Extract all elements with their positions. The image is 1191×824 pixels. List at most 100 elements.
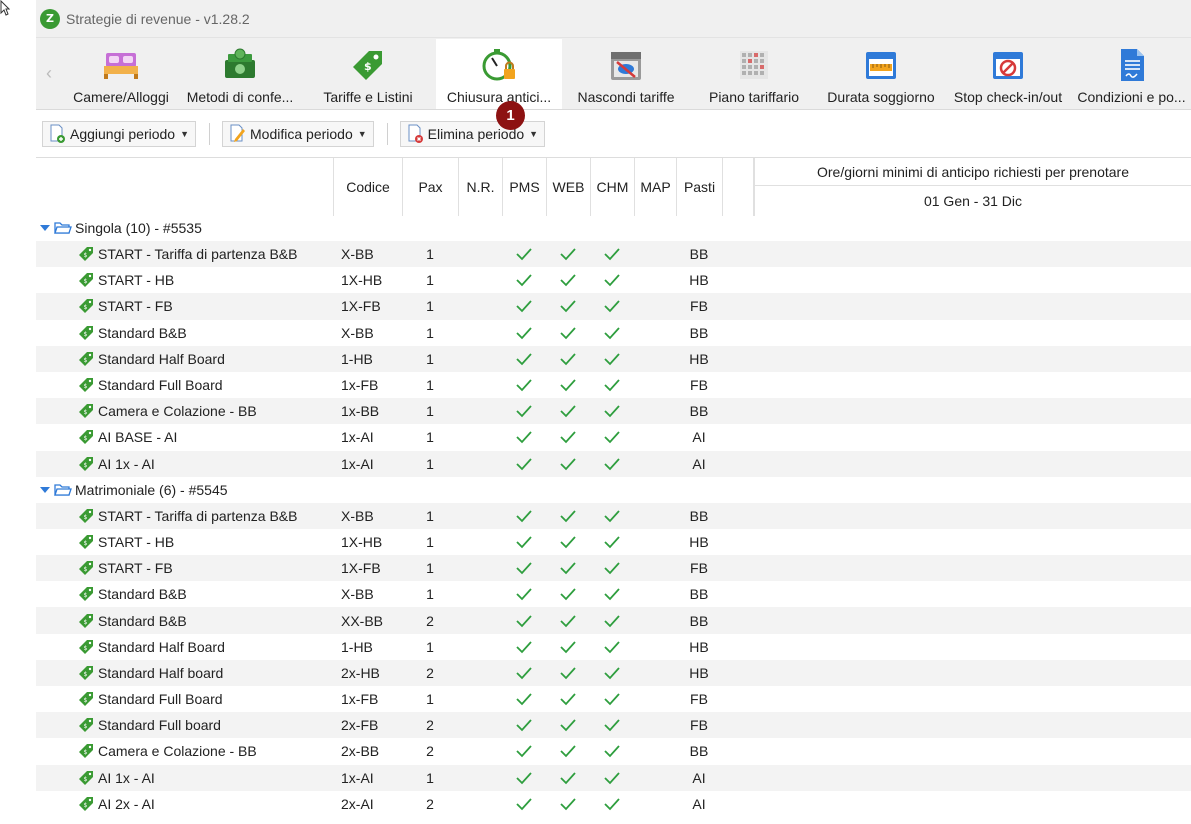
check-icon bbox=[560, 588, 576, 601]
chm-cell bbox=[590, 738, 634, 764]
expand-triangle-icon[interactable] bbox=[40, 225, 50, 231]
column-header-codice[interactable]: Codice bbox=[333, 158, 402, 216]
code-cell: 1-HB bbox=[341, 638, 373, 655]
ribbon-scroll-left-icon[interactable]: ‹ bbox=[36, 37, 62, 109]
code-cell: 1-HB bbox=[341, 350, 373, 367]
check-icon bbox=[560, 405, 576, 418]
table-row[interactable]: $ START - Tariffa di partenza B&B X-BB 1 BB bbox=[36, 241, 1191, 268]
tab-metodi-conferma[interactable]: Metodi di confe... bbox=[180, 39, 300, 109]
table-row[interactable]: $ Standard B&B XX-BB 2 BB bbox=[36, 607, 1191, 634]
check-icon bbox=[560, 248, 576, 261]
add-period-button[interactable]: Aggiungi periodo ▼ bbox=[42, 120, 197, 147]
check-icon bbox=[560, 745, 576, 758]
pax-cell: 1 bbox=[426, 298, 434, 315]
table-row[interactable]: $ START - HB 1X-HB 1 HB bbox=[36, 529, 1191, 555]
check-icon bbox=[604, 510, 620, 523]
pms-cell bbox=[502, 581, 546, 607]
svg-text:$: $ bbox=[84, 566, 88, 573]
check-icon bbox=[560, 719, 576, 732]
table-row[interactable]: $ AI BASE - AI 1x-AI 1 AI bbox=[36, 424, 1191, 450]
web-cell bbox=[546, 660, 590, 686]
delete-period-button[interactable]: Elimina periodo ▼ bbox=[399, 120, 546, 147]
check-icon bbox=[560, 327, 576, 339]
chm-cell bbox=[590, 267, 634, 293]
price-tag-icon: $ bbox=[79, 378, 93, 393]
tab-durata-soggiorno[interactable]: Durata soggiorno bbox=[818, 39, 944, 109]
chm-cell bbox=[590, 555, 634, 581]
column-header-pms[interactable]: PMS bbox=[502, 158, 546, 216]
edit-period-button[interactable]: Modifica periodo ▼ bbox=[222, 120, 374, 147]
table-row[interactable]: $ AI 1x - AI 1x-AI 1 AI bbox=[36, 450, 1191, 477]
map-cell bbox=[634, 660, 676, 686]
svg-text:$: $ bbox=[84, 540, 88, 547]
add-doc-icon bbox=[50, 124, 65, 143]
document-icon bbox=[1112, 45, 1152, 85]
tab-chiusura-anticipata[interactable]: Chiusura antici... bbox=[436, 39, 562, 109]
map-cell bbox=[634, 791, 676, 817]
calendar-hide-icon bbox=[606, 45, 646, 85]
pms-cell bbox=[502, 529, 546, 555]
pasti-cell: HB bbox=[689, 350, 709, 367]
table-row[interactable]: $ Camera e Colazione - BB 1x-BB 1 BB bbox=[36, 398, 1191, 425]
group-row[interactable]: Singola (10) - #5535 bbox=[36, 215, 1191, 241]
table-row[interactable]: $ AI 1x - AI 1x-AI 1 AI bbox=[36, 764, 1191, 791]
price-tag-icon: $ bbox=[79, 665, 93, 680]
table-row[interactable]: $ START - HB 1X-HB 1 HB bbox=[36, 267, 1191, 293]
nr-cell bbox=[458, 634, 502, 660]
table-row[interactable]: $ Standard Half board 2x-HB 2 HB bbox=[36, 659, 1191, 686]
chm-cell bbox=[590, 241, 634, 267]
table-row[interactable]: $ START - Tariffa di partenza B&B X-BB 1 BB bbox=[36, 502, 1191, 529]
column-header-nr[interactable]: N.R. bbox=[458, 158, 502, 216]
rate-name-cell: $ START - Tariffa di partenza B&B bbox=[78, 503, 297, 529]
table-row[interactable]: $ Standard Full Board 1x-FB 1 FB bbox=[36, 686, 1191, 712]
table-row[interactable]: $ Camera e Colazione - BB 2x-BB 2 BB bbox=[36, 738, 1191, 764]
table-row[interactable]: $ AI 2x - AI 2x-AI 2 AI bbox=[36, 791, 1191, 817]
group-label: Matrimoniale (6) - #5545 bbox=[75, 481, 228, 498]
rate-name-cell: $ Camera e Colazione - BB bbox=[78, 738, 257, 764]
check-icon bbox=[560, 431, 576, 444]
group-row[interactable]: Matrimoniale (6) - #5545 bbox=[36, 477, 1191, 503]
rate-name-cell: $ AI 1x - AI bbox=[78, 451, 155, 477]
table-row[interactable]: $ Standard Half Board 1-HB 1 HB bbox=[36, 345, 1191, 372]
code-cell: 1X-HB bbox=[341, 533, 383, 550]
map-cell bbox=[634, 398, 676, 424]
nr-cell bbox=[458, 712, 502, 738]
table-row[interactable]: $ Standard Half Board 1-HB 1 HB bbox=[36, 634, 1191, 660]
check-icon bbox=[604, 798, 620, 811]
web-cell bbox=[546, 293, 590, 319]
tab-piano-tariffario[interactable]: Piano tariffario bbox=[690, 39, 818, 109]
column-header-map[interactable]: MAP bbox=[634, 158, 676, 216]
column-header-pasti[interactable]: Pasti bbox=[676, 158, 722, 216]
column-header-ore-date[interactable]: 01 Gen - 31 Dic bbox=[754, 186, 1191, 216]
column-header-chm[interactable]: CHM bbox=[590, 158, 634, 216]
pms-cell bbox=[502, 398, 546, 424]
tab-stop-checkin-out[interactable]: Stop check-in/out bbox=[944, 39, 1072, 109]
map-cell bbox=[634, 738, 676, 764]
chm-cell bbox=[590, 791, 634, 817]
price-tag-icon: $ bbox=[79, 456, 93, 471]
table-row[interactable]: $ START - FB 1X-FB 1 FB bbox=[36, 293, 1191, 320]
tab-camere-alloggi[interactable]: Camere/Alloggi bbox=[62, 39, 180, 109]
tab-tariffe-listini[interactable]: $ Tariffe e Listini bbox=[300, 39, 436, 109]
table-row[interactable]: $ Standard Full board 2x-FB 2 FB bbox=[36, 712, 1191, 739]
tab-condizioni-policy[interactable]: Condizioni e po... bbox=[1072, 39, 1191, 109]
table-row[interactable]: $ START - FB 1X-FB 1 FB bbox=[36, 555, 1191, 582]
expand-triangle-icon[interactable] bbox=[40, 486, 50, 493]
check-icon bbox=[560, 274, 576, 287]
column-header-pax[interactable]: Pax bbox=[402, 158, 458, 216]
pax-cell: 1 bbox=[426, 507, 434, 524]
column-header-web[interactable]: WEB bbox=[546, 158, 590, 216]
nr-cell bbox=[458, 320, 502, 346]
table-row[interactable]: $ Standard B&B X-BB 1 BB bbox=[36, 320, 1191, 346]
check-icon bbox=[516, 693, 532, 706]
check-icon bbox=[560, 536, 576, 549]
table-row[interactable]: $ Standard Full Board 1x-FB 1 FB bbox=[36, 372, 1191, 398]
edit-period-label: Modifica periodo bbox=[250, 125, 353, 142]
rate-name: START - FB bbox=[98, 560, 173, 577]
tab-nascondi-tariffe[interactable]: Nascondi tariffe bbox=[562, 39, 690, 109]
check-icon bbox=[560, 614, 576, 627]
chm-cell bbox=[590, 346, 634, 372]
table-row[interactable]: $ Standard B&B X-BB 1 BB bbox=[36, 581, 1191, 607]
price-tag-icon: $ bbox=[79, 273, 93, 288]
code-cell: X-BB bbox=[341, 246, 374, 263]
